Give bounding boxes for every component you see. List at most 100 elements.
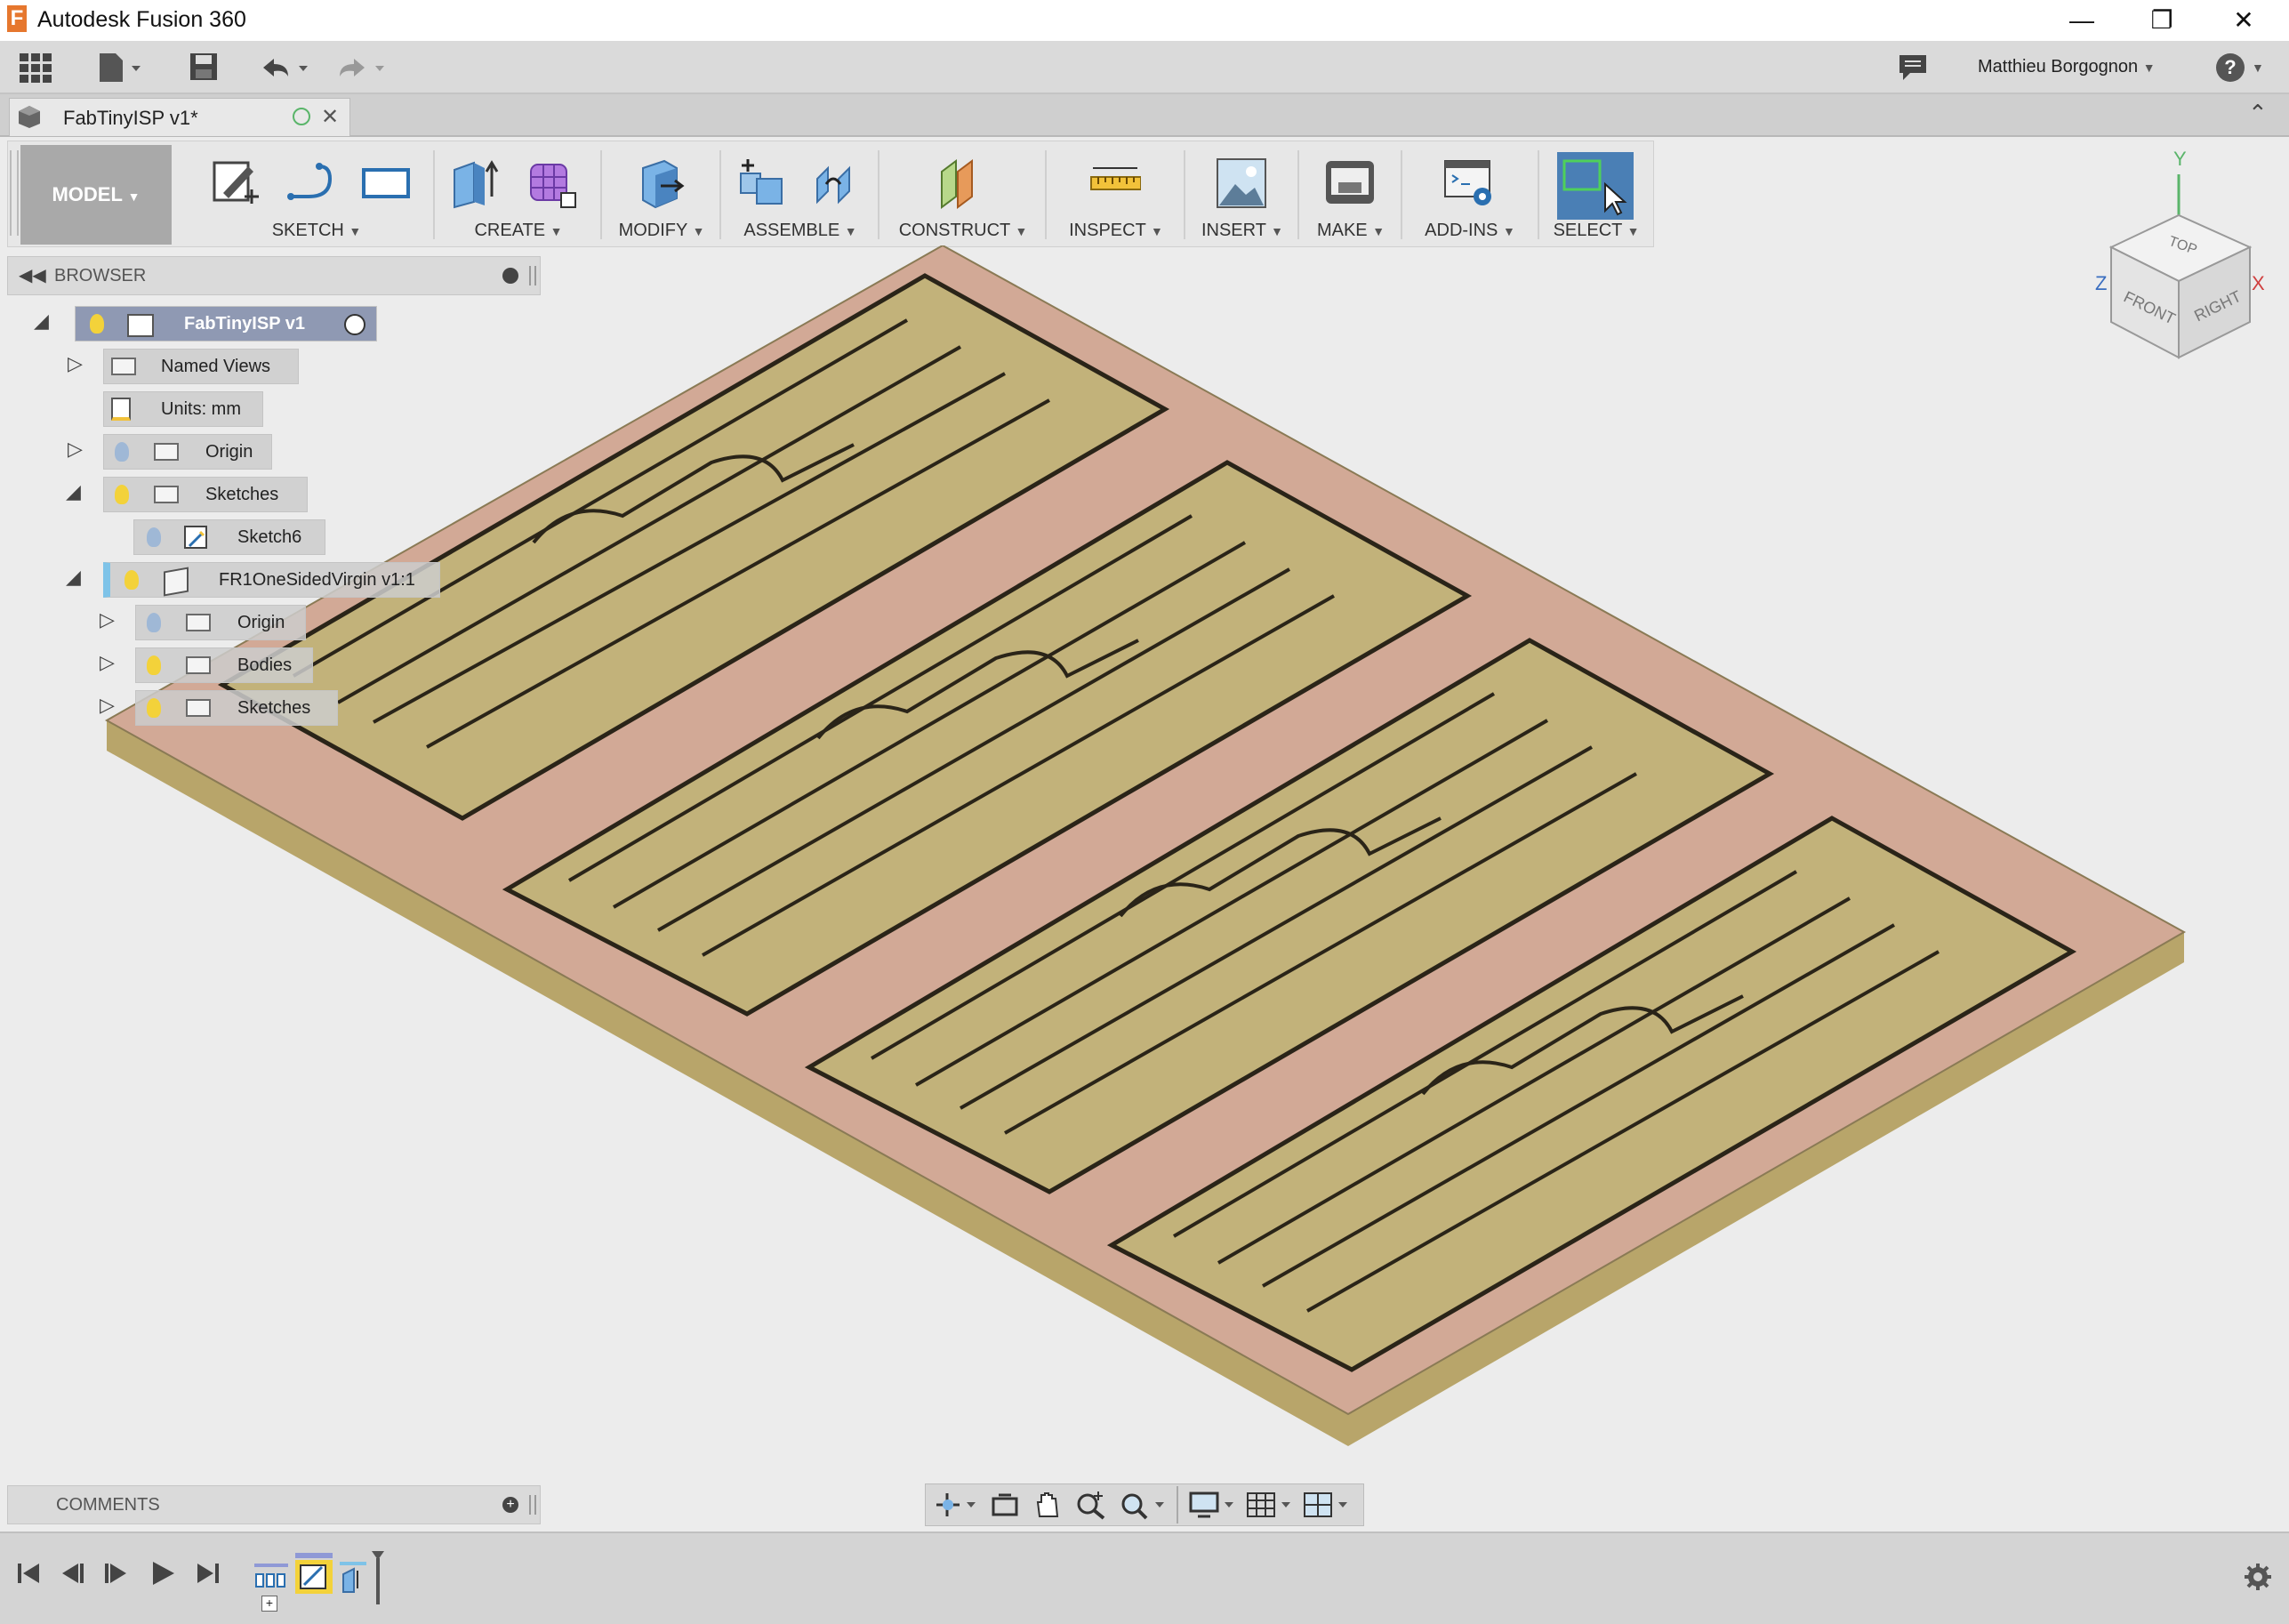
- step-back-icon[interactable]: [59, 1560, 85, 1595]
- offset-plane-icon[interactable]: [936, 157, 988, 209]
- modify-menu[interactable]: MODIFY ▼: [607, 221, 716, 241]
- fit-zoom-icon[interactable]: [1120, 1490, 1169, 1520]
- tree-node-units[interactable]: Units: mm: [103, 391, 263, 427]
- expand-timeline-icon[interactable]: +: [261, 1596, 277, 1612]
- collapsed-triangle-icon[interactable]: ▷: [68, 438, 83, 461]
- tree-node-sketches[interactable]: Sketches: [103, 477, 308, 512]
- document-tab[interactable]: FabTinyISP v1* ✕: [9, 98, 350, 136]
- collapsed-triangle-icon[interactable]: ▷: [100, 608, 115, 631]
- expanded-triangle-icon[interactable]: ◢: [66, 480, 81, 503]
- undo-icon[interactable]: [258, 52, 320, 84]
- tree-node-sketch6[interactable]: Sketch6: [133, 519, 325, 555]
- tree-node-origin[interactable]: Origin: [103, 434, 272, 470]
- visibility-bulb-icon[interactable]: [90, 314, 104, 334]
- addins-menu[interactable]: ADD-INS ▼: [1408, 221, 1532, 241]
- tree-node-named-views[interactable]: Named Views: [103, 349, 299, 384]
- visibility-bulb-icon[interactable]: [147, 698, 161, 718]
- insert-image-icon[interactable]: [1216, 157, 1267, 209]
- close-tab-icon[interactable]: ✕: [321, 104, 339, 130]
- workspace-switcher[interactable]: MODEL ▼: [20, 145, 172, 245]
- viewcube[interactable]: TOP FRONT RIGHT Y Z X: [2090, 148, 2277, 370]
- line-tool-icon[interactable]: [285, 157, 337, 209]
- measure-icon[interactable]: [1089, 157, 1142, 209]
- inspect-menu[interactable]: INSPECT ▼: [1052, 221, 1180, 241]
- panel-grip[interactable]: [529, 1495, 536, 1515]
- zoom-icon[interactable]: [1075, 1490, 1107, 1520]
- display-settings-icon[interactable]: [1189, 1491, 1239, 1518]
- document-cube-icon: [17, 104, 42, 129]
- step-forward-icon[interactable]: [103, 1560, 130, 1595]
- activate-radio-icon[interactable]: [344, 314, 365, 335]
- rectangle-tool-icon[interactable]: [360, 157, 412, 209]
- go-to-start-icon[interactable]: [16, 1560, 43, 1595]
- restore-button[interactable]: ❐: [2127, 0, 2197, 41]
- component-bodies-label: Bodies: [237, 655, 293, 675]
- go-to-end-icon[interactable]: [194, 1560, 221, 1595]
- tree-node-component-sketches[interactable]: Sketches: [135, 690, 338, 726]
- insert-menu[interactable]: INSERT ▼: [1191, 221, 1294, 241]
- look-at-icon[interactable]: [990, 1491, 1020, 1518]
- 3d-print-icon[interactable]: [1324, 157, 1376, 209]
- sketch-menu[interactable]: SKETCH ▼: [205, 221, 428, 241]
- orbit-icon[interactable]: [935, 1491, 979, 1518]
- create-menu[interactable]: CREATE ▼: [440, 221, 597, 241]
- timeline-marker[interactable]: [372, 1551, 384, 1604]
- tree-root-node[interactable]: FabTinyISP v1: [75, 306, 377, 342]
- select-tool-icon[interactable]: [1557, 152, 1634, 220]
- user-account-menu[interactable]: Matthieu Borgognon ▼: [1978, 57, 2156, 77]
- toolbar-grip[interactable]: [10, 150, 19, 236]
- toolbar-divider: [1401, 150, 1402, 239]
- panel-grip[interactable]: [529, 266, 536, 285]
- timeline-settings-gear-icon[interactable]: [2243, 1562, 2273, 1592]
- assemble-menu[interactable]: ASSEMBLE ▼: [727, 221, 874, 241]
- expanded-triangle-icon[interactable]: ◢: [66, 566, 81, 589]
- create-sketch-icon[interactable]: [209, 157, 261, 209]
- toolbar-divider: [1045, 150, 1047, 239]
- viewports-icon[interactable]: [1303, 1491, 1353, 1518]
- select-menu[interactable]: SELECT ▼: [1545, 221, 1648, 241]
- collapsed-triangle-icon[interactable]: ▷: [100, 651, 115, 674]
- collapsed-triangle-icon[interactable]: ▷: [68, 352, 83, 375]
- timeline-sketch-icon[interactable]: [295, 1553, 333, 1594]
- construct-menu[interactable]: CONSTRUCT ▼: [885, 221, 1041, 241]
- collapse-browser-icon[interactable]: ◀◀: [19, 264, 46, 286]
- play-icon[interactable]: [149, 1560, 176, 1595]
- visibility-bulb-icon[interactable]: [147, 613, 161, 632]
- redo-icon[interactable]: [334, 52, 397, 84]
- new-component-icon[interactable]: [735, 157, 787, 209]
- timeline-group-icon[interactable]: [254, 1564, 288, 1592]
- save-icon[interactable]: [189, 52, 221, 84]
- visibility-bulb-icon[interactable]: [115, 442, 129, 462]
- make-menu[interactable]: MAKE ▼: [1305, 221, 1397, 241]
- minimize-panel-icon[interactable]: [502, 268, 518, 284]
- tree-node-component-origin[interactable]: Origin: [135, 605, 306, 640]
- pan-hand-icon[interactable]: [1032, 1490, 1063, 1520]
- add-comment-icon[interactable]: +: [502, 1497, 518, 1513]
- joint-icon[interactable]: [810, 157, 862, 209]
- sketches-label: Sketches: [205, 485, 279, 504]
- expanded-triangle-icon[interactable]: ◢: [34, 310, 49, 333]
- comments-panel-header[interactable]: COMMENTS +: [7, 1485, 541, 1524]
- quick-access-bar: Matthieu Borgognon ▼ ? ▼: [0, 41, 2289, 94]
- form-icon[interactable]: [526, 157, 577, 209]
- data-panel-grid-icon[interactable]: [18, 52, 53, 84]
- timeline-extrude-icon[interactable]: [340, 1562, 366, 1594]
- collapsed-triangle-icon[interactable]: ▷: [100, 694, 115, 717]
- visibility-bulb-icon[interactable]: [147, 655, 161, 675]
- visibility-bulb-icon[interactable]: [147, 527, 161, 547]
- minimize-button[interactable]: —: [2047, 0, 2116, 41]
- scripts-addins-icon[interactable]: [1443, 157, 1495, 209]
- extrude-icon[interactable]: [447, 157, 499, 209]
- tree-node-component[interactable]: FR1OneSidedVirgin v1:1: [103, 562, 440, 598]
- comment-icon[interactable]: [1898, 53, 1928, 82]
- visibility-bulb-icon[interactable]: [124, 570, 139, 590]
- tree-node-component-bodies[interactable]: Bodies: [135, 647, 313, 683]
- browser-panel-header[interactable]: ◀◀ BROWSER: [7, 256, 541, 295]
- close-window-button[interactable]: ✕: [2209, 0, 2278, 41]
- visibility-bulb-icon[interactable]: [115, 485, 129, 504]
- help-menu[interactable]: ? ▼: [2216, 52, 2269, 84]
- chevron-up-icon[interactable]: ⌃: [2248, 100, 2268, 127]
- grid-settings-icon[interactable]: [1246, 1491, 1296, 1518]
- press-pull-icon[interactable]: [634, 157, 686, 209]
- file-menu-icon[interactable]: [96, 52, 149, 84]
